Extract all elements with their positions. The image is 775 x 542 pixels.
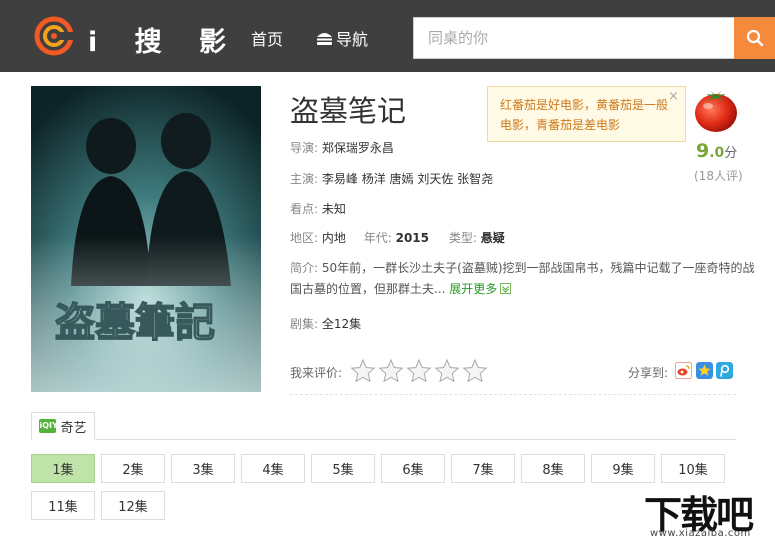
genre-label: 类型:: [448, 231, 477, 245]
search-button[interactable]: [734, 17, 775, 59]
episode-button[interactable]: 2集: [101, 454, 165, 483]
cast-value[interactable]: 李易峰 杨洋 唐嫣 刘天佐 张智尧: [322, 172, 493, 186]
highlight-label: 看点:: [290, 202, 319, 216]
score-decimal: .0: [709, 145, 725, 161]
rate-label: 我来评价:: [290, 366, 343, 380]
isouying-logo-icon[interactable]: [34, 16, 74, 56]
year-label: 年代:: [363, 231, 392, 245]
episode-button[interactable]: 1集: [31, 454, 95, 483]
episode-button[interactable]: 10集: [661, 454, 725, 483]
highlight-row: 看点: 未知: [290, 200, 346, 217]
movie-title: 盗墓笔记: [290, 94, 407, 128]
score-integer: 9: [696, 140, 710, 162]
episode-button[interactable]: 9集: [591, 454, 655, 483]
section-divider: [290, 394, 736, 395]
rating-stars[interactable]: [350, 358, 488, 384]
star-icon[interactable]: [350, 358, 376, 384]
director-value[interactable]: 郑保瑞罗永昌: [322, 141, 394, 155]
iqiyi-icon: iQIYI: [39, 419, 61, 433]
director-row: 导演: 郑保瑞罗永昌: [290, 139, 394, 156]
nav-home-link[interactable]: 首页: [251, 26, 283, 50]
region-label: 地区:: [290, 231, 319, 245]
cast-row: 主演: 李易峰 杨洋 唐嫣 刘天佐 张智尧: [290, 170, 493, 187]
episode-button[interactable]: 8集: [521, 454, 585, 483]
episode-button[interactable]: 7集: [451, 454, 515, 483]
year-value[interactable]: 2015: [396, 231, 429, 245]
director-label: 导演:: [290, 141, 319, 155]
weibo-share-icon[interactable]: [675, 362, 692, 379]
red-tomato-icon: [695, 90, 737, 132]
poster-title: 盗墓筆記: [55, 299, 215, 346]
raters-count: (18人评): [694, 169, 743, 183]
chevron-down-icon: [500, 283, 512, 294]
watermark-url: www.xiazaiba.com: [650, 528, 751, 539]
tab-bar-line: [31, 439, 736, 440]
summary-text: 50年前，一群长沙土夫子(盗墓贼)挖到一部战国帛书，残篇中记载了一座奇特的战国古…: [290, 261, 755, 296]
highlight-value: 未知: [321, 202, 346, 216]
episodes-label: 剧集:: [290, 317, 319, 331]
score: 9.0分: [696, 140, 737, 162]
episode-button[interactable]: 5集: [311, 454, 375, 483]
search-icon: [746, 29, 763, 47]
episode-button[interactable]: 11集: [31, 491, 95, 520]
search-box[interactable]: [413, 17, 736, 59]
expand-more-label: 展开更多: [449, 282, 498, 296]
tomato-tooltip: 红番茄是好电影，黄番茄是一般电影，青番茄是差电影: [487, 86, 686, 142]
share-label: 分享到:: [628, 366, 669, 380]
poster-image: 盗墓筆記: [31, 86, 261, 392]
episode-button[interactable]: 4集: [241, 454, 305, 483]
genre-value[interactable]: 悬疑: [481, 231, 505, 245]
score-unit: 分: [724, 146, 738, 161]
brand-name[interactable]: i 搜 影: [88, 20, 240, 59]
star-icon[interactable]: [378, 358, 404, 384]
site-watermark: 下载吧 www.xiazaiba.com: [638, 484, 775, 542]
summary-label: 简介:: [290, 261, 319, 275]
region-value[interactable]: 内地: [322, 231, 346, 245]
episode-button[interactable]: 12集: [101, 491, 165, 520]
episodes-total: 全12集: [321, 317, 362, 331]
tencent-weibo-share-icon[interactable]: [716, 362, 733, 379]
star-icon[interactable]: [434, 358, 460, 384]
qzone-share-icon[interactable]: [696, 362, 713, 379]
star-icon[interactable]: [462, 358, 488, 384]
nav-guide-link[interactable]: 导航: [316, 26, 368, 50]
episode-button[interactable]: 6集: [381, 454, 445, 483]
meta-row: 地区: 内地 年代: 2015 类型: 悬疑: [290, 229, 505, 246]
tab-iqiyi-label: 奇艺: [60, 420, 87, 436]
episode-button[interactable]: 3集: [171, 454, 235, 483]
burger-icon: [317, 32, 332, 45]
search-input[interactable]: [414, 18, 735, 58]
summary: 简介: 50年前，一群长沙土夫子(盗墓贼)挖到一部战国帛书，残篇中记载了一座奇特…: [290, 258, 760, 300]
movie-poster[interactable]: 盗墓筆記: [31, 86, 261, 392]
expand-more-link[interactable]: 展开更多: [449, 282, 512, 296]
tab-iqiyi[interactable]: iQIYI 奇艺: [31, 412, 95, 440]
episodes-row: 剧集: 全12集: [290, 315, 361, 332]
close-icon[interactable]: ×: [668, 89, 679, 104]
nav-guide-label: 导航: [336, 30, 369, 49]
star-icon[interactable]: [406, 358, 432, 384]
cast-label: 主演:: [290, 172, 319, 186]
